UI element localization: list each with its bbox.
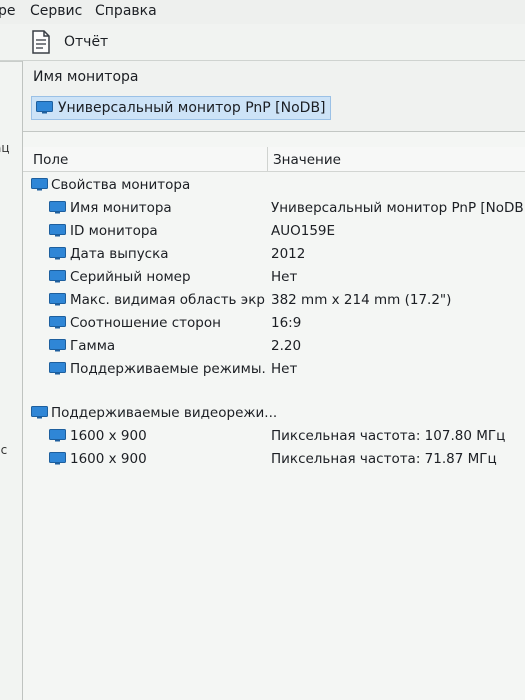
group-row-video-modes[interactable]: Поддерживаемые видеорежи... xyxy=(23,402,525,425)
details-pane: Имя монитора Универсальный монитор PnP [… xyxy=(23,61,525,700)
table-row[interactable]: Имя монитора Универсальный монитор PnP [… xyxy=(23,197,525,220)
field-name: Дата выпуска xyxy=(70,246,169,262)
table-row[interactable]: 1600 x 900 Пиксельная частота: 71.87 МГц xyxy=(23,448,525,471)
device-header: Имя монитора Универсальный монитор PnP [… xyxy=(23,61,525,132)
divider xyxy=(0,61,22,62)
group-title: Свойства монитора xyxy=(51,177,191,193)
monitor-icon xyxy=(49,452,66,465)
field-name: Поддерживаемые режимы... xyxy=(70,361,266,377)
monitor-icon xyxy=(49,293,66,306)
table-row[interactable]: Макс. видимая область экр... 382 mm x 21… xyxy=(23,289,525,312)
field-value: Универсальный монитор PnP [NoDB] xyxy=(271,200,525,216)
monitor-icon xyxy=(49,201,66,214)
toolbar: Отчёт xyxy=(0,24,525,61)
field-name: Гамма xyxy=(70,338,116,354)
report-label: Отчёт xyxy=(64,34,109,50)
field-value: 382 mm x 214 mm (17.2") xyxy=(271,292,452,308)
field-value: Пиксельная частота: 71.87 МГц xyxy=(271,451,497,467)
field-value: Нет xyxy=(271,361,298,377)
menu-item-help[interactable]: Справка xyxy=(95,3,157,19)
table-row[interactable]: 1600 x 900 Пиксельная частота: 107.80 МГ… xyxy=(23,425,525,448)
field-name: 1600 x 900 xyxy=(70,451,147,467)
selected-device[interactable]: Универсальный монитор PnP [NoDB] xyxy=(31,96,331,120)
table-row[interactable]: Дата выпуска 2012 xyxy=(23,243,525,266)
column-divider[interactable] xyxy=(267,147,268,171)
monitor-icon xyxy=(49,270,66,283)
field-name: 1600 x 900 xyxy=(70,428,147,444)
document-icon xyxy=(30,30,52,58)
selected-device-name: Универсальный монитор PnP [NoDB] xyxy=(58,100,326,116)
field-name: ID монитора xyxy=(70,223,158,239)
monitor-icon xyxy=(49,316,66,329)
navigation-pane[interactable]: ац сс xyxy=(0,61,23,700)
field-value: Нет xyxy=(271,269,298,285)
field-name: Макс. видимая область экр... xyxy=(70,292,266,308)
monitor-icon xyxy=(31,178,48,191)
column-header-value[interactable]: Значение xyxy=(273,152,341,168)
column-header-field[interactable]: Поле xyxy=(33,152,68,168)
field-value: 16:9 xyxy=(271,315,302,331)
field-name: Имя монитора xyxy=(70,200,172,216)
field-name: Соотношение сторон xyxy=(70,315,221,331)
device-header-label: Имя монитора xyxy=(33,69,139,85)
menu-item-file[interactable]: ре xyxy=(0,3,16,19)
monitor-icon xyxy=(49,247,66,260)
table-row[interactable]: Поддерживаемые режимы... Нет xyxy=(23,358,525,381)
monitor-icon xyxy=(31,406,48,419)
menu-bar: ре Сервис Справка xyxy=(0,0,525,24)
table-row[interactable]: Серийный номер Нет xyxy=(23,266,525,289)
field-value: 2012 xyxy=(271,246,306,262)
field-name: Серийный номер xyxy=(70,269,191,285)
group-row-monitor-properties[interactable]: Свойства монитора xyxy=(23,174,525,197)
field-value: Пиксельная частота: 107.80 МГц xyxy=(271,428,506,444)
menu-item-service[interactable]: Сервис xyxy=(30,3,82,19)
field-value: AUO159E xyxy=(271,223,336,239)
table-row[interactable]: Соотношение сторон 16:9 xyxy=(23,312,525,335)
nav-clipped-text: ац xyxy=(0,141,10,155)
monitor-icon xyxy=(49,362,66,375)
nav-clipped-text: сс xyxy=(0,443,8,457)
monitor-icon xyxy=(49,429,66,442)
monitor-icon xyxy=(36,101,53,114)
monitor-icon xyxy=(49,224,66,237)
field-value: 2.20 xyxy=(271,338,302,354)
group-title: Поддерживаемые видеорежи... xyxy=(51,405,278,421)
list-header: Поле Значение xyxy=(23,147,525,172)
table-row[interactable]: Гамма 2.20 xyxy=(23,335,525,358)
monitor-icon xyxy=(49,339,66,352)
table-row[interactable]: ID монитора AUO159E xyxy=(23,220,525,243)
